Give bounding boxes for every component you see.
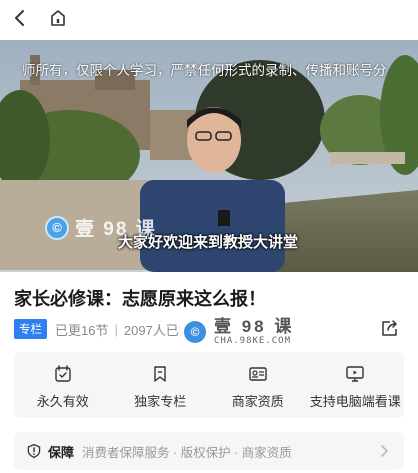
guarantee-bar[interactable]: 保障 消费者保障服务 · 版权保护 · 商家资质 bbox=[14, 432, 404, 470]
guarantee-label: 保障 bbox=[48, 444, 75, 460]
course-title: 家长必修课：志愿原来这么报！ bbox=[14, 289, 266, 309]
watermark-url: CHA.98KE.COM bbox=[214, 336, 292, 346]
top-navigation-bar bbox=[0, 0, 418, 36]
feature-label: 支持电脑端看课 bbox=[309, 394, 401, 409]
id-card-icon bbox=[249, 367, 267, 381]
guarantee-text: 消费者保障服务 · 版权保护 · 商家资质 bbox=[82, 445, 292, 460]
watermark-logo-icon: © bbox=[184, 321, 206, 343]
copyright-marquee: 师所有，仅限个人学习，严禁任何形式的录制、传播和账号分 bbox=[22, 63, 387, 78]
watermark-logo-icon: © bbox=[45, 215, 69, 240]
updated-count: 已更16节 bbox=[55, 322, 109, 338]
chevron-right-icon bbox=[381, 445, 388, 457]
feature-merchant-qualification[interactable]: 商家资质 bbox=[209, 352, 307, 418]
feature-pc-support: 支持电脑端看课 bbox=[307, 352, 405, 418]
video-subtitle: 大家好欢迎来到教授大讲堂 bbox=[118, 234, 299, 251]
monitor-icon bbox=[346, 366, 364, 382]
feature-exclusive: 独家专栏 bbox=[112, 352, 210, 418]
chevron-left-icon[interactable] bbox=[10, 8, 30, 28]
feature-permanent: 永久有效 bbox=[14, 352, 112, 418]
course-meta: 专栏 已更16节 | 2097人已学 bbox=[14, 319, 192, 339]
watermark-text: 壹 98 课 bbox=[214, 317, 295, 336]
meta-divider: | bbox=[114, 321, 118, 337]
page-watermark: © 壹 98 课 CHA.98KE.COM bbox=[180, 316, 299, 348]
calendar-icon bbox=[55, 365, 71, 382]
bookmark-icon bbox=[154, 366, 166, 382]
feature-label: 商家资质 bbox=[231, 394, 284, 409]
column-badge: 专栏 bbox=[14, 319, 47, 339]
feature-panel: 永久有效 独家专栏 商家资质 支持电脑端看课 bbox=[14, 352, 404, 418]
video-player[interactable]: 师所有，仅限个人学习，严禁任何形式的录制、传播和账号分 © 壹 98 课 大家好… bbox=[0, 40, 418, 272]
home-icon[interactable] bbox=[48, 8, 68, 28]
shield-icon bbox=[27, 443, 41, 459]
feature-label: 独家专栏 bbox=[134, 394, 187, 409]
share-icon[interactable] bbox=[380, 318, 400, 338]
feature-label: 永久有效 bbox=[36, 394, 89, 409]
